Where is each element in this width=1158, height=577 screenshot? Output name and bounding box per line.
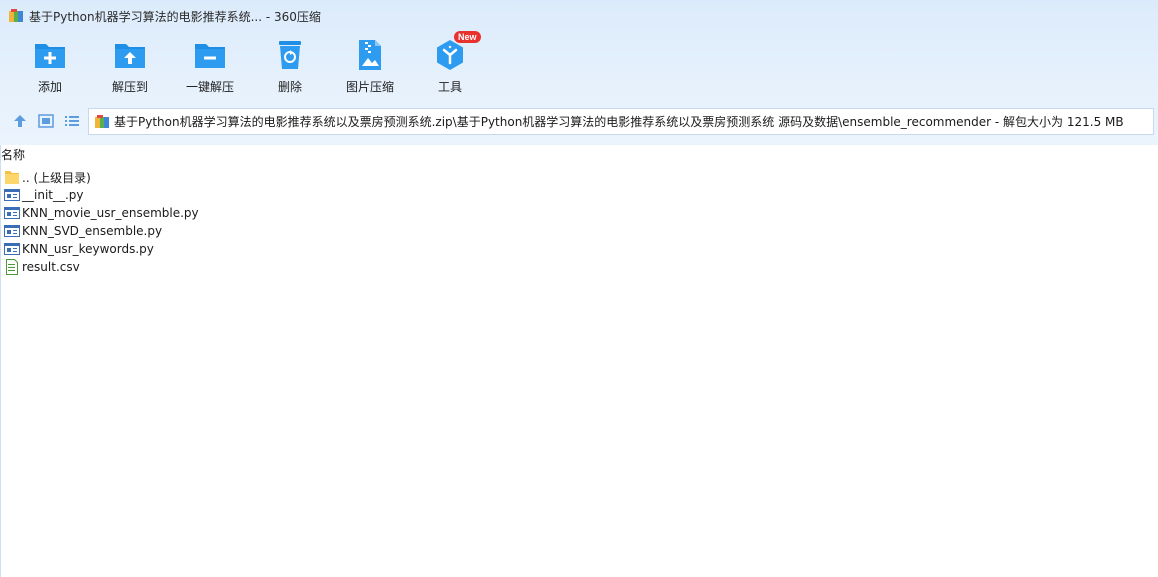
name-column-label: 名称 <box>1 148 26 162</box>
image-compress-label: 图片压缩 <box>345 80 394 94</box>
delete-button[interactable]: 删除 <box>250 38 330 98</box>
archive-app-icon <box>9 9 23 22</box>
file-name: result.csv <box>22 260 80 274</box>
tools-label: 工具 <box>437 80 462 94</box>
extract-to-label: 解压到 <box>111 80 148 94</box>
image-compress-button[interactable]: 图片压缩 <box>330 38 410 98</box>
recycle-bin-icon <box>279 41 301 69</box>
archive-window: 基于Python机器学习算法的电影推荐系统... - 360压缩 添加 解压到 … <box>0 0 1158 577</box>
python-file-icon <box>4 225 20 237</box>
thumbnail-view-icon[interactable] <box>37 112 55 130</box>
file-row-parent[interactable]: .. (上级目录) <box>0 168 1158 186</box>
file-row[interactable]: __init__.py <box>0 186 1158 204</box>
tools-icon <box>437 40 463 70</box>
navigation-row: 基于Python机器学习算法的电影推荐系统以及票房预测系统.zip\基于Pyth… <box>0 108 1158 136</box>
extract-to-button[interactable]: 解压到 <box>90 38 170 98</box>
file-name: KNN_movie_usr_ensemble.py <box>22 206 199 220</box>
toolbar: 添加 解压到 一键解压 删除 图片压缩 New 工具 <box>10 31 490 98</box>
python-file-icon <box>4 207 20 219</box>
csv-file-icon <box>6 259 18 275</box>
python-file-icon <box>4 243 20 255</box>
file-row[interactable]: result.csv <box>0 258 1158 276</box>
window-left-border <box>0 145 1 577</box>
file-row[interactable]: KNN_movie_usr_ensemble.py <box>0 204 1158 222</box>
name-column-header[interactable]: 名称 <box>0 145 1158 165</box>
file-name: __init__.py <box>22 188 84 202</box>
one-click-extract-label: 一键解压 <box>185 80 234 94</box>
one-click-extract-icon <box>195 44 225 68</box>
add-button[interactable]: 添加 <box>10 38 90 98</box>
file-name: KNN_usr_keywords.py <box>22 242 154 256</box>
python-file-icon <box>4 189 20 201</box>
image-compress-icon <box>359 40 381 70</box>
one-click-extract-button[interactable]: 一键解压 <box>170 38 250 98</box>
delete-label: 删除 <box>277 80 302 94</box>
folder-add-icon <box>35 44 65 68</box>
window-title: 基于Python机器学习算法的电影推荐系统... - 360压缩 <box>29 9 321 24</box>
address-bar[interactable]: 基于Python机器学习算法的电影推荐系统以及票房预测系统.zip\基于Pyth… <box>88 108 1154 135</box>
new-badge: New <box>454 31 481 43</box>
file-row[interactable]: KNN_SVD_ensemble.py <box>0 222 1158 240</box>
folder-extract-icon <box>115 44 145 68</box>
up-arrow-icon[interactable] <box>11 112 29 130</box>
list-view-icon[interactable] <box>63 112 81 130</box>
top-area: 基于Python机器学习算法的电影推荐系统... - 360压缩 添加 解压到 … <box>0 0 1158 145</box>
file-list: .. (上级目录) __init__.py KNN_movie_usr_ense… <box>0 168 1158 276</box>
folder-icon <box>5 171 19 184</box>
add-label: 添加 <box>37 80 62 94</box>
file-name: KNN_SVD_ensemble.py <box>22 224 163 238</box>
archive-icon <box>95 114 109 128</box>
address-path: 基于Python机器学习算法的电影推荐系统以及票房预测系统.zip\基于Pyth… <box>114 115 1124 129</box>
file-name: .. (上级目录) <box>22 170 91 185</box>
title-bar: 基于Python机器学习算法的电影推荐系统... - 360压缩 <box>0 0 1158 32</box>
file-row[interactable]: KNN_usr_keywords.py <box>0 240 1158 258</box>
tools-button[interactable]: New 工具 <box>410 31 490 98</box>
